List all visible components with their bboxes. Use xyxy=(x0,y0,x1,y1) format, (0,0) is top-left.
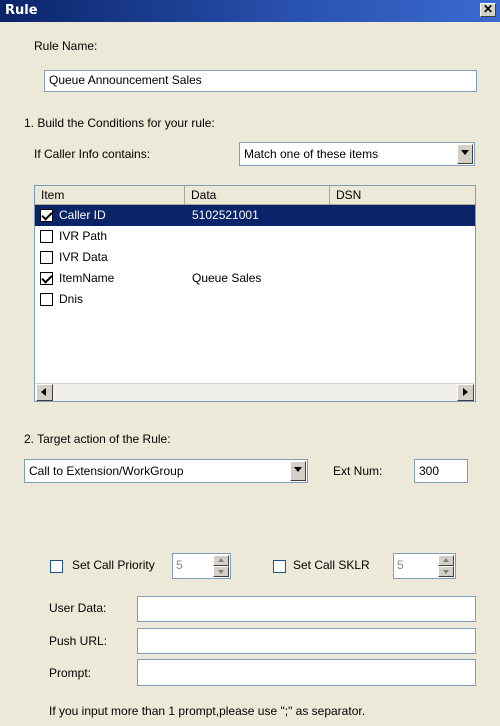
column-header-dsn[interactable]: DSN xyxy=(330,186,475,204)
list-row-itemname[interactable]: ItemName Queue Sales xyxy=(35,268,475,289)
row-item: IVR Path xyxy=(59,229,108,243)
row-data: Queue Sales xyxy=(192,271,262,285)
close-icon: ✕ xyxy=(482,2,494,16)
set-call-sklr-label: Set Call SKLR xyxy=(293,558,370,572)
action-dropdown[interactable]: Call to Extension/WorkGroup xyxy=(24,459,308,483)
row-item: Dnis xyxy=(59,292,84,306)
list-header: Item Data DSN xyxy=(35,186,475,205)
chevron-down-icon[interactable] xyxy=(457,144,473,164)
list-row-ivr-path[interactable]: IVR Path xyxy=(35,226,475,247)
title-bar xyxy=(0,0,500,22)
column-header-item[interactable]: Item xyxy=(35,186,185,204)
user-data-input[interactable] xyxy=(137,596,476,622)
action-dropdown-value: Call to Extension/WorkGroup xyxy=(29,464,184,478)
match-dropdown-value: Match one of these items xyxy=(244,147,379,161)
window-title: Rule xyxy=(5,3,38,18)
spin-up-icon[interactable] xyxy=(438,555,454,566)
rule-name-input[interactable]: Queue Announcement Sales xyxy=(44,70,477,92)
target-heading: 2. Target action of the Rule: xyxy=(24,432,171,446)
close-button[interactable]: ✕ xyxy=(480,3,496,17)
prompt-input[interactable] xyxy=(137,659,476,686)
column-header-data[interactable]: Data xyxy=(185,186,330,204)
row-item: Caller ID xyxy=(59,208,106,222)
row-checkbox[interactable] xyxy=(40,251,53,264)
conditions-heading: 1. Build the Conditions for your rule: xyxy=(24,116,215,130)
priority-stepper[interactable]: 5 xyxy=(172,553,231,579)
scroll-right-icon[interactable] xyxy=(457,384,474,401)
rule-name-label: Rule Name: xyxy=(34,39,98,53)
match-dropdown[interactable]: Match one of these items xyxy=(239,142,475,166)
set-call-priority-label: Set Call Priority xyxy=(72,558,155,572)
row-item: ItemName xyxy=(59,271,115,285)
prompt-label: Prompt: xyxy=(49,666,92,680)
row-checkbox[interactable] xyxy=(40,230,53,243)
chevron-down-icon[interactable] xyxy=(290,461,306,481)
push-url-input[interactable] xyxy=(137,628,476,654)
list-row-ivr-data[interactable]: IVR Data xyxy=(35,247,475,268)
row-item: IVR Data xyxy=(59,250,108,264)
spin-up-icon[interactable] xyxy=(213,555,229,566)
spin-down-icon[interactable] xyxy=(213,566,229,577)
ext-num-input[interactable]: 300 xyxy=(414,459,468,483)
user-data-label: User Data: xyxy=(49,601,107,615)
spin-down-icon[interactable] xyxy=(438,566,454,577)
caller-info-label: If Caller Info contains: xyxy=(34,147,151,161)
push-url-label: Push URL: xyxy=(49,634,108,648)
horizontal-scrollbar[interactable] xyxy=(36,383,474,401)
set-call-priority-checkbox[interactable] xyxy=(50,560,63,573)
row-checkbox[interactable] xyxy=(40,209,53,222)
row-data: 5102521001 xyxy=(192,208,259,222)
list-row-dnis[interactable]: Dnis xyxy=(35,289,475,310)
priority-value: 5 xyxy=(176,558,183,572)
set-call-sklr-checkbox[interactable] xyxy=(273,560,286,573)
row-checkbox[interactable] xyxy=(40,293,53,306)
scroll-left-icon[interactable] xyxy=(36,384,53,401)
list-row-caller-id[interactable]: Caller ID 5102521001 xyxy=(35,205,475,226)
separator-note: If you input more than 1 prompt,please u… xyxy=(49,704,366,718)
sklr-stepper[interactable]: 5 xyxy=(393,553,456,579)
conditions-list[interactable]: Item Data DSN Caller ID 5102521001 IVR P… xyxy=(34,185,476,402)
ext-num-label: Ext Num: xyxy=(333,464,383,478)
row-checkbox[interactable] xyxy=(40,272,53,285)
sklr-value: 5 xyxy=(397,558,404,572)
